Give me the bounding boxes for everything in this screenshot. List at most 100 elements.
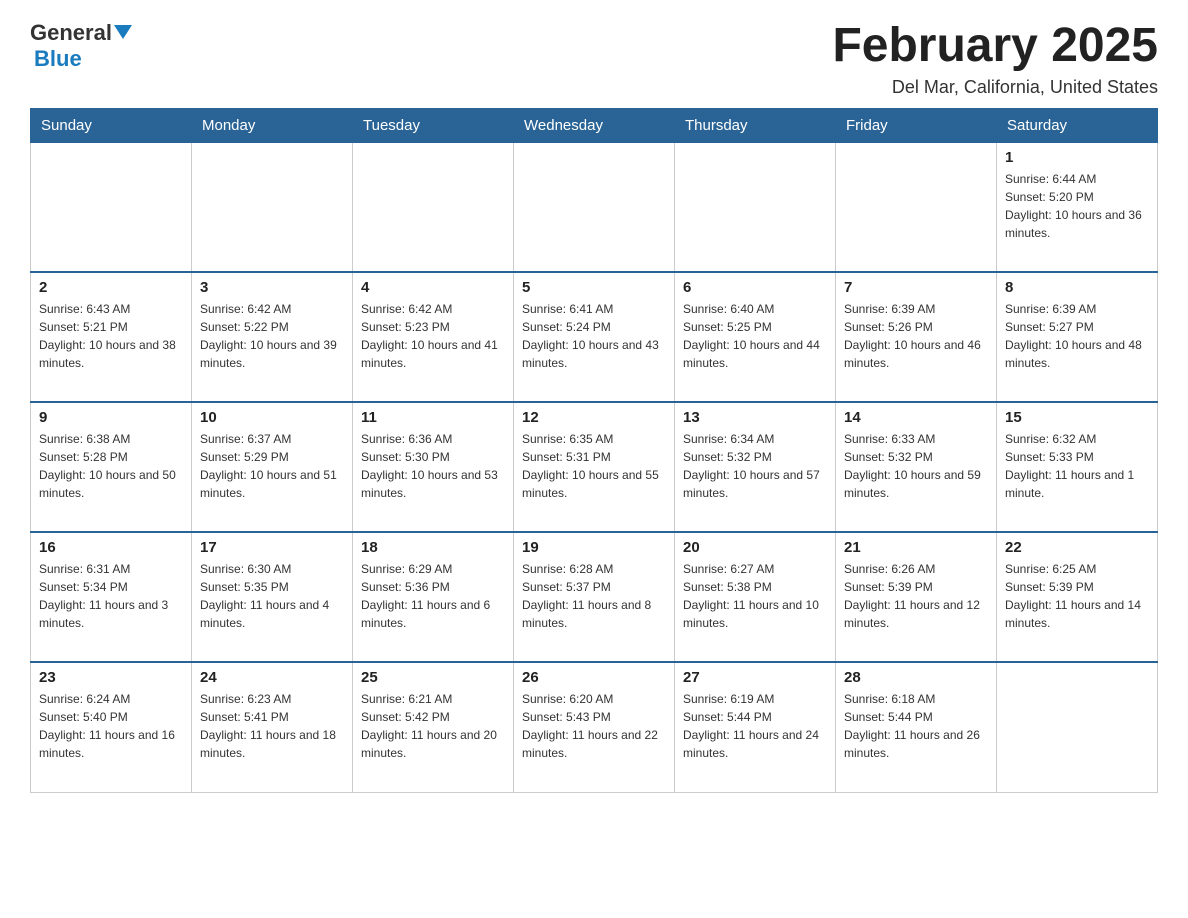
calendar-cell: 18 Sunrise: 6:29 AMSunset: 5:36 PMDayligh…: [353, 532, 514, 662]
calendar-cell: [997, 662, 1158, 792]
calendar-table: SundayMondayTuesdayWednesdayThursdayFrid…: [30, 108, 1158, 793]
day-number: 5: [522, 279, 666, 296]
day-info: Sunrise: 6:34 AMSunset: 5:32 PMDaylight:…: [683, 430, 827, 502]
day-info: Sunrise: 6:26 AMSunset: 5:39 PMDaylight:…: [844, 560, 988, 632]
calendar-cell: 23 Sunrise: 6:24 AMSunset: 5:40 PMDayligh…: [31, 662, 192, 792]
weekday-header-saturday: Saturday: [997, 108, 1158, 142]
logo: General Blue: [30, 20, 132, 72]
calendar-cell: [353, 142, 514, 272]
calendar-cell: 25 Sunrise: 6:21 AMSunset: 5:42 PMDayligh…: [353, 662, 514, 792]
calendar-cell: 17 Sunrise: 6:30 AMSunset: 5:35 PMDayligh…: [192, 532, 353, 662]
day-info: Sunrise: 6:27 AMSunset: 5:38 PMDaylight:…: [683, 560, 827, 632]
day-number: 1: [1005, 149, 1149, 166]
day-number: 18: [361, 539, 505, 556]
day-number: 24: [200, 669, 344, 686]
day-info: Sunrise: 6:29 AMSunset: 5:36 PMDaylight:…: [361, 560, 505, 632]
day-number: 2: [39, 279, 183, 296]
calendar-cell: 8 Sunrise: 6:39 AMSunset: 5:27 PMDaylight…: [997, 272, 1158, 402]
day-number: 17: [200, 539, 344, 556]
day-info: Sunrise: 6:30 AMSunset: 5:35 PMDaylight:…: [200, 560, 344, 632]
month-title: February 2025: [832, 20, 1158, 73]
day-number: 20: [683, 539, 827, 556]
day-number: 3: [200, 279, 344, 296]
calendar-week-row: 16Sunrise: 6:31 AMSunset: 5:34 PMDayligh…: [31, 532, 1158, 662]
day-number: 7: [844, 279, 988, 296]
calendar-cell: 15 Sunrise: 6:32 AMSunset: 5:33 PMDayligh…: [997, 402, 1158, 532]
day-info: Sunrise: 6:43 AMSunset: 5:21 PMDaylight:…: [39, 300, 183, 372]
day-number: 14: [844, 409, 988, 426]
day-number: 6: [683, 279, 827, 296]
day-info: Sunrise: 6:33 AMSunset: 5:32 PMDaylight:…: [844, 430, 988, 502]
calendar-cell: 19 Sunrise: 6:28 AMSunset: 5:37 PMDayligh…: [514, 532, 675, 662]
logo-general-text: General: [30, 20, 112, 46]
day-number: 21: [844, 539, 988, 556]
calendar-cell: 22 Sunrise: 6:25 AMSunset: 5:39 PMDayligh…: [997, 532, 1158, 662]
logo-arrow-icon: [114, 25, 132, 44]
calendar-cell: 6 Sunrise: 6:40 AMSunset: 5:25 PMDaylight…: [675, 272, 836, 402]
calendar-cell: 11 Sunrise: 6:36 AMSunset: 5:30 PMDayligh…: [353, 402, 514, 532]
location: Del Mar, California, United States: [832, 77, 1158, 98]
day-info: Sunrise: 6:19 AMSunset: 5:44 PMDaylight:…: [683, 690, 827, 762]
calendar-cell: 28Sunrise: 6:18 AMSunset: 5:44 PMDayligh…: [836, 662, 997, 792]
day-info: Sunrise: 6:35 AMSunset: 5:31 PMDaylight:…: [522, 430, 666, 502]
calendar-cell: 21 Sunrise: 6:26 AMSunset: 5:39 PMDayligh…: [836, 532, 997, 662]
weekday-header-row: SundayMondayTuesdayWednesdayThursdayFrid…: [31, 108, 1158, 142]
day-number: 9: [39, 409, 183, 426]
day-info: Sunrise: 6:23 AMSunset: 5:41 PMDaylight:…: [200, 690, 344, 762]
day-info: Sunrise: 6:42 AMSunset: 5:23 PMDaylight:…: [361, 300, 505, 372]
calendar-cell: 5 Sunrise: 6:41 AMSunset: 5:24 PMDaylight…: [514, 272, 675, 402]
day-info: Sunrise: 6:28 AMSunset: 5:37 PMDaylight:…: [522, 560, 666, 632]
day-number: 23: [39, 669, 183, 686]
day-number: 11: [361, 409, 505, 426]
day-number: 8: [1005, 279, 1149, 296]
weekday-header-thursday: Thursday: [675, 108, 836, 142]
calendar-week-row: 2 Sunrise: 6:43 AMSunset: 5:21 PMDaylight…: [31, 272, 1158, 402]
day-info: Sunrise: 6:36 AMSunset: 5:30 PMDaylight:…: [361, 430, 505, 502]
day-number: 15: [1005, 409, 1149, 426]
calendar-cell: 20 Sunrise: 6:27 AMSunset: 5:38 PMDayligh…: [675, 532, 836, 662]
day-info: Sunrise: 6:37 AMSunset: 5:29 PMDaylight:…: [200, 430, 344, 502]
day-info: Sunrise: 6:24 AMSunset: 5:40 PMDaylight:…: [39, 690, 183, 762]
calendar-cell: 12 Sunrise: 6:35 AMSunset: 5:31 PMDayligh…: [514, 402, 675, 532]
weekday-header-friday: Friday: [836, 108, 997, 142]
day-info: Sunrise: 6:20 AMSunset: 5:43 PMDaylight:…: [522, 690, 666, 762]
calendar-cell: 14 Sunrise: 6:33 AMSunset: 5:32 PMDayligh…: [836, 402, 997, 532]
weekday-header-monday: Monday: [192, 108, 353, 142]
calendar-cell: [514, 142, 675, 272]
day-info: Sunrise: 6:42 AMSunset: 5:22 PMDaylight:…: [200, 300, 344, 372]
calendar-cell: [192, 142, 353, 272]
day-number: 26: [522, 669, 666, 686]
day-number: 19: [522, 539, 666, 556]
calendar-cell: [31, 142, 192, 272]
weekday-header-tuesday: Tuesday: [353, 108, 514, 142]
day-info: Sunrise: 6:39 AMSunset: 5:26 PMDaylight:…: [844, 300, 988, 372]
day-number: 22: [1005, 539, 1149, 556]
day-info: Sunrise: 6:21 AMSunset: 5:42 PMDaylight:…: [361, 690, 505, 762]
day-info: Sunrise: 6:25 AMSunset: 5:39 PMDaylight:…: [1005, 560, 1149, 632]
calendar-cell: 2 Sunrise: 6:43 AMSunset: 5:21 PMDaylight…: [31, 272, 192, 402]
day-info: Sunrise: 6:44 AMSunset: 5:20 PMDaylight:…: [1005, 170, 1149, 242]
weekday-header-sunday: Sunday: [31, 108, 192, 142]
day-info: Sunrise: 6:41 AMSunset: 5:24 PMDaylight:…: [522, 300, 666, 372]
day-info: Sunrise: 6:32 AMSunset: 5:33 PMDaylight:…: [1005, 430, 1149, 502]
day-number: 4: [361, 279, 505, 296]
calendar-cell: 26 Sunrise: 6:20 AMSunset: 5:43 PMDayligh…: [514, 662, 675, 792]
calendar-cell: 7 Sunrise: 6:39 AMSunset: 5:26 PMDaylight…: [836, 272, 997, 402]
calendar-cell: 3 Sunrise: 6:42 AMSunset: 5:22 PMDaylight…: [192, 272, 353, 402]
day-info: Sunrise: 6:31 AMSunset: 5:34 PMDaylight:…: [39, 560, 183, 632]
title-section: February 2025 Del Mar, California, Unite…: [832, 20, 1158, 98]
calendar-cell: [836, 142, 997, 272]
calendar-cell: 13 Sunrise: 6:34 AMSunset: 5:32 PMDayligh…: [675, 402, 836, 532]
day-info: Sunrise: 6:39 AMSunset: 5:27 PMDaylight:…: [1005, 300, 1149, 372]
day-number: 25: [361, 669, 505, 686]
weekday-header-wednesday: Wednesday: [514, 108, 675, 142]
day-number: 13: [683, 409, 827, 426]
day-number: 27: [683, 669, 827, 686]
calendar-cell: 9 Sunrise: 6:38 AMSunset: 5:28 PMDaylight…: [31, 402, 192, 532]
page-header: General Blue February 2025 Del Mar, Cali…: [30, 20, 1158, 98]
day-number: 12: [522, 409, 666, 426]
day-info: Sunrise: 6:38 AMSunset: 5:28 PMDaylight:…: [39, 430, 183, 502]
day-info: Sunrise: 6:40 AMSunset: 5:25 PMDaylight:…: [683, 300, 827, 372]
calendar-cell: 24 Sunrise: 6:23 AMSunset: 5:41 PMDayligh…: [192, 662, 353, 792]
calendar-week-row: 9 Sunrise: 6:38 AMSunset: 5:28 PMDaylight…: [31, 402, 1158, 532]
